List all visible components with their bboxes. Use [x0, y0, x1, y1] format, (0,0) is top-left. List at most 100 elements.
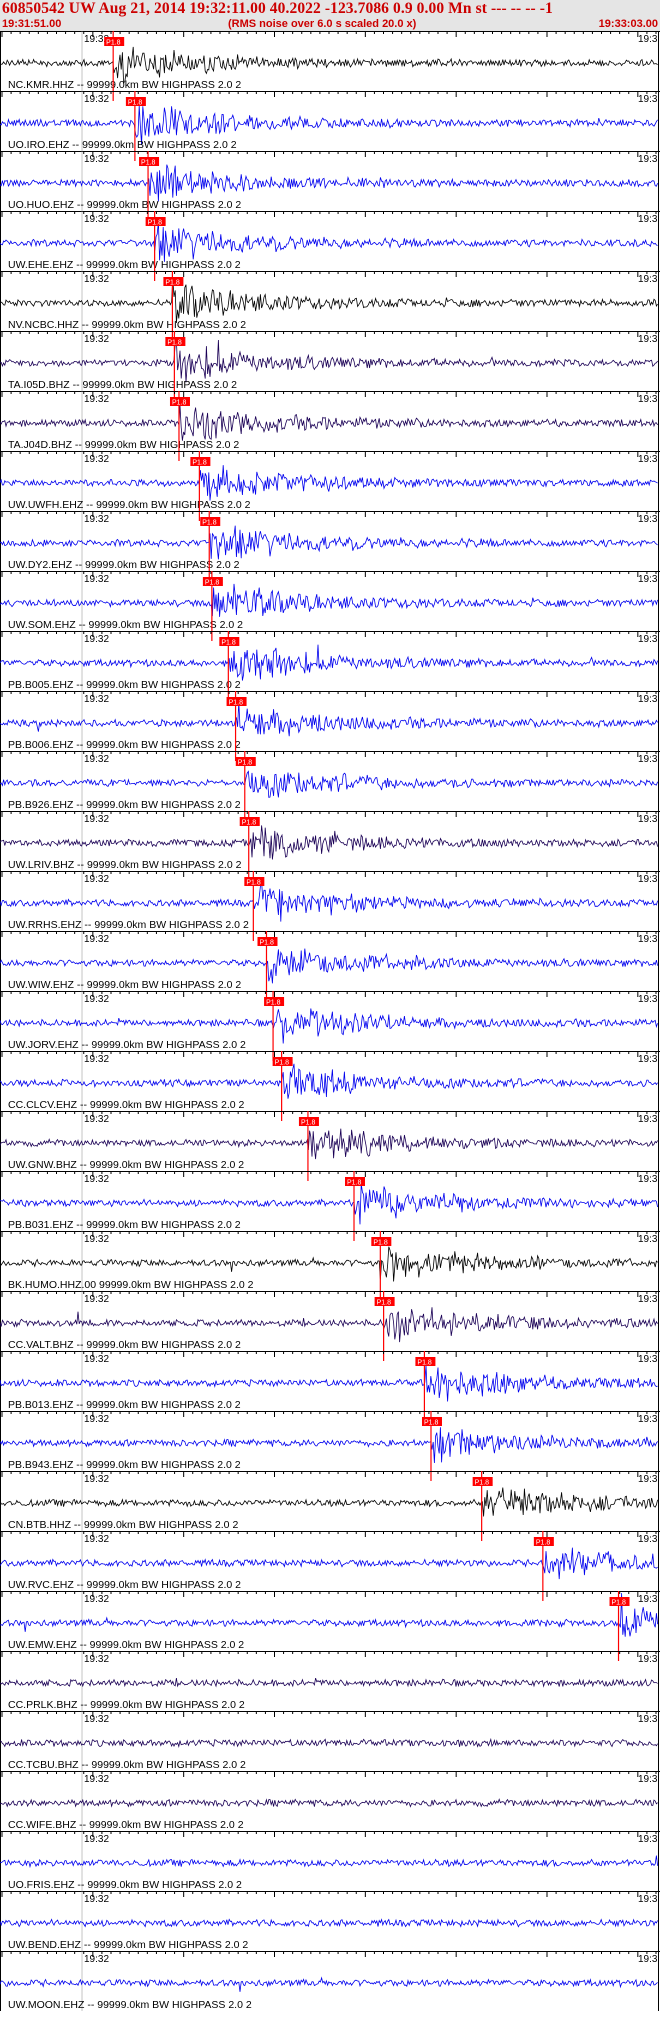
trace-row: 19:32 19:3 UW.MOON.EHZ -- 99999.0km BW HIG…	[0, 1951, 660, 2011]
pick-label: P1.8	[128, 100, 143, 107]
trace-row: 19:32 19:3 UW.GNW.BHZ -- 99999.0km BW HIGH…	[0, 1111, 660, 1181]
station-label: CC.WIFE.BHZ -- 99999.0km BW HIGHPASS 2.0…	[8, 1819, 244, 1831]
seismogram-panel: 19:32 19:3 NC.KMR.HHZ -- 99999.0km BW HIGH…	[0, 31, 660, 2011]
minute-label: 19:32	[84, 1354, 109, 1365]
trace-row: 19:32 19:3 UW.RVC.EHZ -- 99999.0km BW HIGH…	[0, 1531, 660, 1601]
trace-row: 19:32 19:3 CC.PRLK.BHZ -- 99999.0km BW HIG…	[0, 1651, 660, 1711]
waveform	[0, 1487, 658, 1517]
waveform	[0, 339, 658, 383]
station-label: UW.GNW.BHZ -- 99999.0km BW HIGHPASS 2.0 …	[8, 1159, 244, 1171]
station-label: TA.I05D.BHZ -- 99999.0km BW HIGHPASS 2.0…	[8, 379, 237, 391]
trace-row: 19:32 19:3 UW.RRHS.EHZ -- 99999.0km BW HIG…	[0, 871, 660, 941]
minute-label-right: 19:3	[638, 1834, 658, 1845]
minute-label-right: 19:3	[638, 1234, 658, 1245]
trace-row: 19:32 19:3 TA.J04D.BHZ -- 99999.0km BW HIG…	[0, 391, 660, 461]
waveform	[0, 1798, 658, 1808]
minute-label: 19:32	[84, 694, 109, 705]
minute-label: 19:32	[84, 1594, 109, 1605]
station-label: UW.UWFH.EHZ -- 99999.0km BW HIGHPASS 2.0…	[8, 499, 251, 511]
trace-row: 19:32 19:3 CC.WIFE.BHZ -- 99999.0km BW HIG…	[0, 1771, 660, 1831]
trace-row: 19:32 19:3NC.KMR.HHZ -- 99999.0km BW HIGH…	[0, 31, 660, 101]
trace-row: 19:32 19:3 CC.TCBU.BHZ -- 99999.0km BW HIG…	[0, 1711, 660, 1771]
pick-label: P1.8	[242, 820, 257, 827]
station-label: PB.B031.EHZ -- 99999.0km BW HIGHPASS 2.0…	[8, 1219, 241, 1231]
station-label: PB.B006.EHZ -- 99999.0km BW HIGHPASS 2.0…	[8, 739, 241, 751]
minute-label: 19:32	[84, 874, 109, 885]
minute-label-right: 19:3	[638, 1594, 658, 1605]
pick-label: P1.8	[475, 1480, 490, 1487]
minute-label-right: 19:3	[638, 1474, 658, 1485]
minute-label: 19:32	[84, 1834, 109, 1845]
trace-row: 19:32 19:3 UO.IRO.EHZ -- 99999.0km BW HIGH…	[0, 91, 660, 161]
minute-label: 19:32	[84, 154, 109, 165]
event-title: 60850542 UW Aug 21, 2014 19:32:11.00 40.…	[2, 0, 553, 17]
waveform	[0, 1364, 658, 1402]
minute-label-right: 19:3	[638, 814, 658, 825]
minute-label: 19:32	[84, 1234, 109, 1245]
trace-row: 19:32 19:3 UW.DY2.EHZ -- 99999.0km BW HIGH…	[0, 511, 660, 581]
minute-label: 19:32	[84, 994, 109, 1005]
trace-row: 19:32 19:3 PB.B006.EHZ -- 99999.0km BW HIG…	[0, 691, 660, 761]
waveform	[0, 525, 658, 560]
station-label: UW.RVC.EHZ -- 99999.0km BW HIGHPASS 2.0 …	[8, 1579, 241, 1591]
minute-label: 19:32	[84, 1714, 109, 1725]
minute-label-right: 19:3	[638, 1714, 658, 1725]
minute-label: 19:32	[84, 1774, 109, 1785]
minute-label-right: 19:3	[638, 1774, 658, 1785]
waveform	[0, 1128, 658, 1160]
station-label: PB.B013.EHZ -- 99999.0km BW HIGHPASS 2.0…	[8, 1399, 241, 1411]
minute-label-right: 19:3	[638, 874, 658, 885]
minute-label: 19:32	[84, 214, 109, 225]
station-label: UO.FRIS.EHZ -- 99999.0km BW HIGHPASS 2.0…	[8, 1879, 242, 1891]
station-label: UW.EMW.EHZ -- 99999.0km BW HIGHPASS 2.0 …	[8, 1639, 244, 1651]
minute-label-right: 19:3	[638, 1054, 658, 1065]
pick-label: P1.8	[536, 1540, 551, 1547]
station-label: UW.EHE.EHZ -- 99999.0km BW HIGHPASS 2.0 …	[8, 259, 241, 271]
trace-row: 19:32 19:3 UW.BEND.EHZ -- 99999.0km BW HIG…	[0, 1891, 660, 1951]
waveform	[0, 1737, 658, 1748]
waveform	[0, 881, 658, 922]
minute-label: 19:32	[84, 514, 109, 525]
trace-row: 19:32 19:3 PB.B926.EHZ -- 99999.0km BW HIG…	[0, 751, 660, 821]
minute-label-right: 19:3	[638, 754, 658, 765]
trace-row: 19:32 19:3 CN.BTB.HHZ -- 99999.0km BW HIGH…	[0, 1471, 660, 1541]
minute-label: 19:32	[84, 274, 109, 285]
station-label: UW.JORV.EHZ -- 99999.0km BW HIGHPASS 2.0…	[8, 1039, 246, 1051]
station-label: UW.BEND.EHZ -- 99999.0km BW HIGHPASS 2.0…	[8, 1939, 248, 1951]
pick-label: P1.8	[612, 1600, 627, 1607]
minute-label-right: 19:3	[638, 1654, 658, 1665]
minute-label-right: 19:3	[638, 1294, 658, 1305]
station-label: PB.B943.EHZ -- 99999.0km BW HIGHPASS 2.0…	[8, 1459, 241, 1471]
start-time: 19:31:51.00	[2, 18, 62, 30]
minute-label: 19:32	[84, 1534, 109, 1545]
waveform	[0, 1677, 658, 1688]
waveform	[0, 1918, 658, 1928]
minute-label: 19:32	[84, 634, 109, 645]
waveform	[0, 644, 658, 681]
pick-label: P1.8	[417, 1360, 432, 1367]
minute-label-right: 19:3	[638, 34, 658, 45]
minute-label: 19:32	[84, 1954, 109, 1965]
minute-label-right: 19:3	[638, 634, 658, 645]
minute-label: 19:32	[84, 1414, 109, 1425]
waveform	[0, 1855, 658, 1869]
pick-label: P1.8	[373, 1240, 388, 1247]
pick-label: P1.8	[141, 160, 156, 167]
station-label: UW.RRHS.EHZ -- 99999.0km BW HIGHPASS 2.0…	[8, 919, 249, 931]
trace-row: 19:32 19:3 PB.B031.EHZ -- 99999.0km BW HIG…	[0, 1171, 660, 1241]
waveform	[0, 583, 658, 617]
pick-label: P1.8	[377, 1300, 392, 1307]
trace-row: 19:32 19:3 UW.UWFH.EHZ -- 99999.0km BW HIG…	[0, 451, 660, 521]
station-label: CN.BTB.HHZ -- 99999.0km BW HIGHPASS 2.0 …	[8, 1519, 238, 1531]
station-label: UW.DY2.EHZ -- 99999.0km BW HIGHPASS 2.0 …	[8, 559, 240, 571]
trace-row: 19:32 19:3 TA.I05D.BHZ -- 99999.0km BW HIG…	[0, 331, 660, 401]
pick-label: P1.8	[275, 1060, 290, 1067]
minute-label-right: 19:3	[638, 694, 658, 705]
pick-label: P1.8	[229, 700, 244, 707]
minute-label-right: 19:3	[638, 1354, 658, 1365]
minute-label: 19:32	[84, 394, 109, 405]
minute-label-right: 19:3	[638, 1954, 658, 1965]
pick-label: P1.8	[148, 220, 163, 227]
station-label: PB.B926.EHZ -- 99999.0km BW HIGHPASS 2.0…	[8, 799, 241, 811]
minute-label-right: 19:3	[638, 454, 658, 465]
